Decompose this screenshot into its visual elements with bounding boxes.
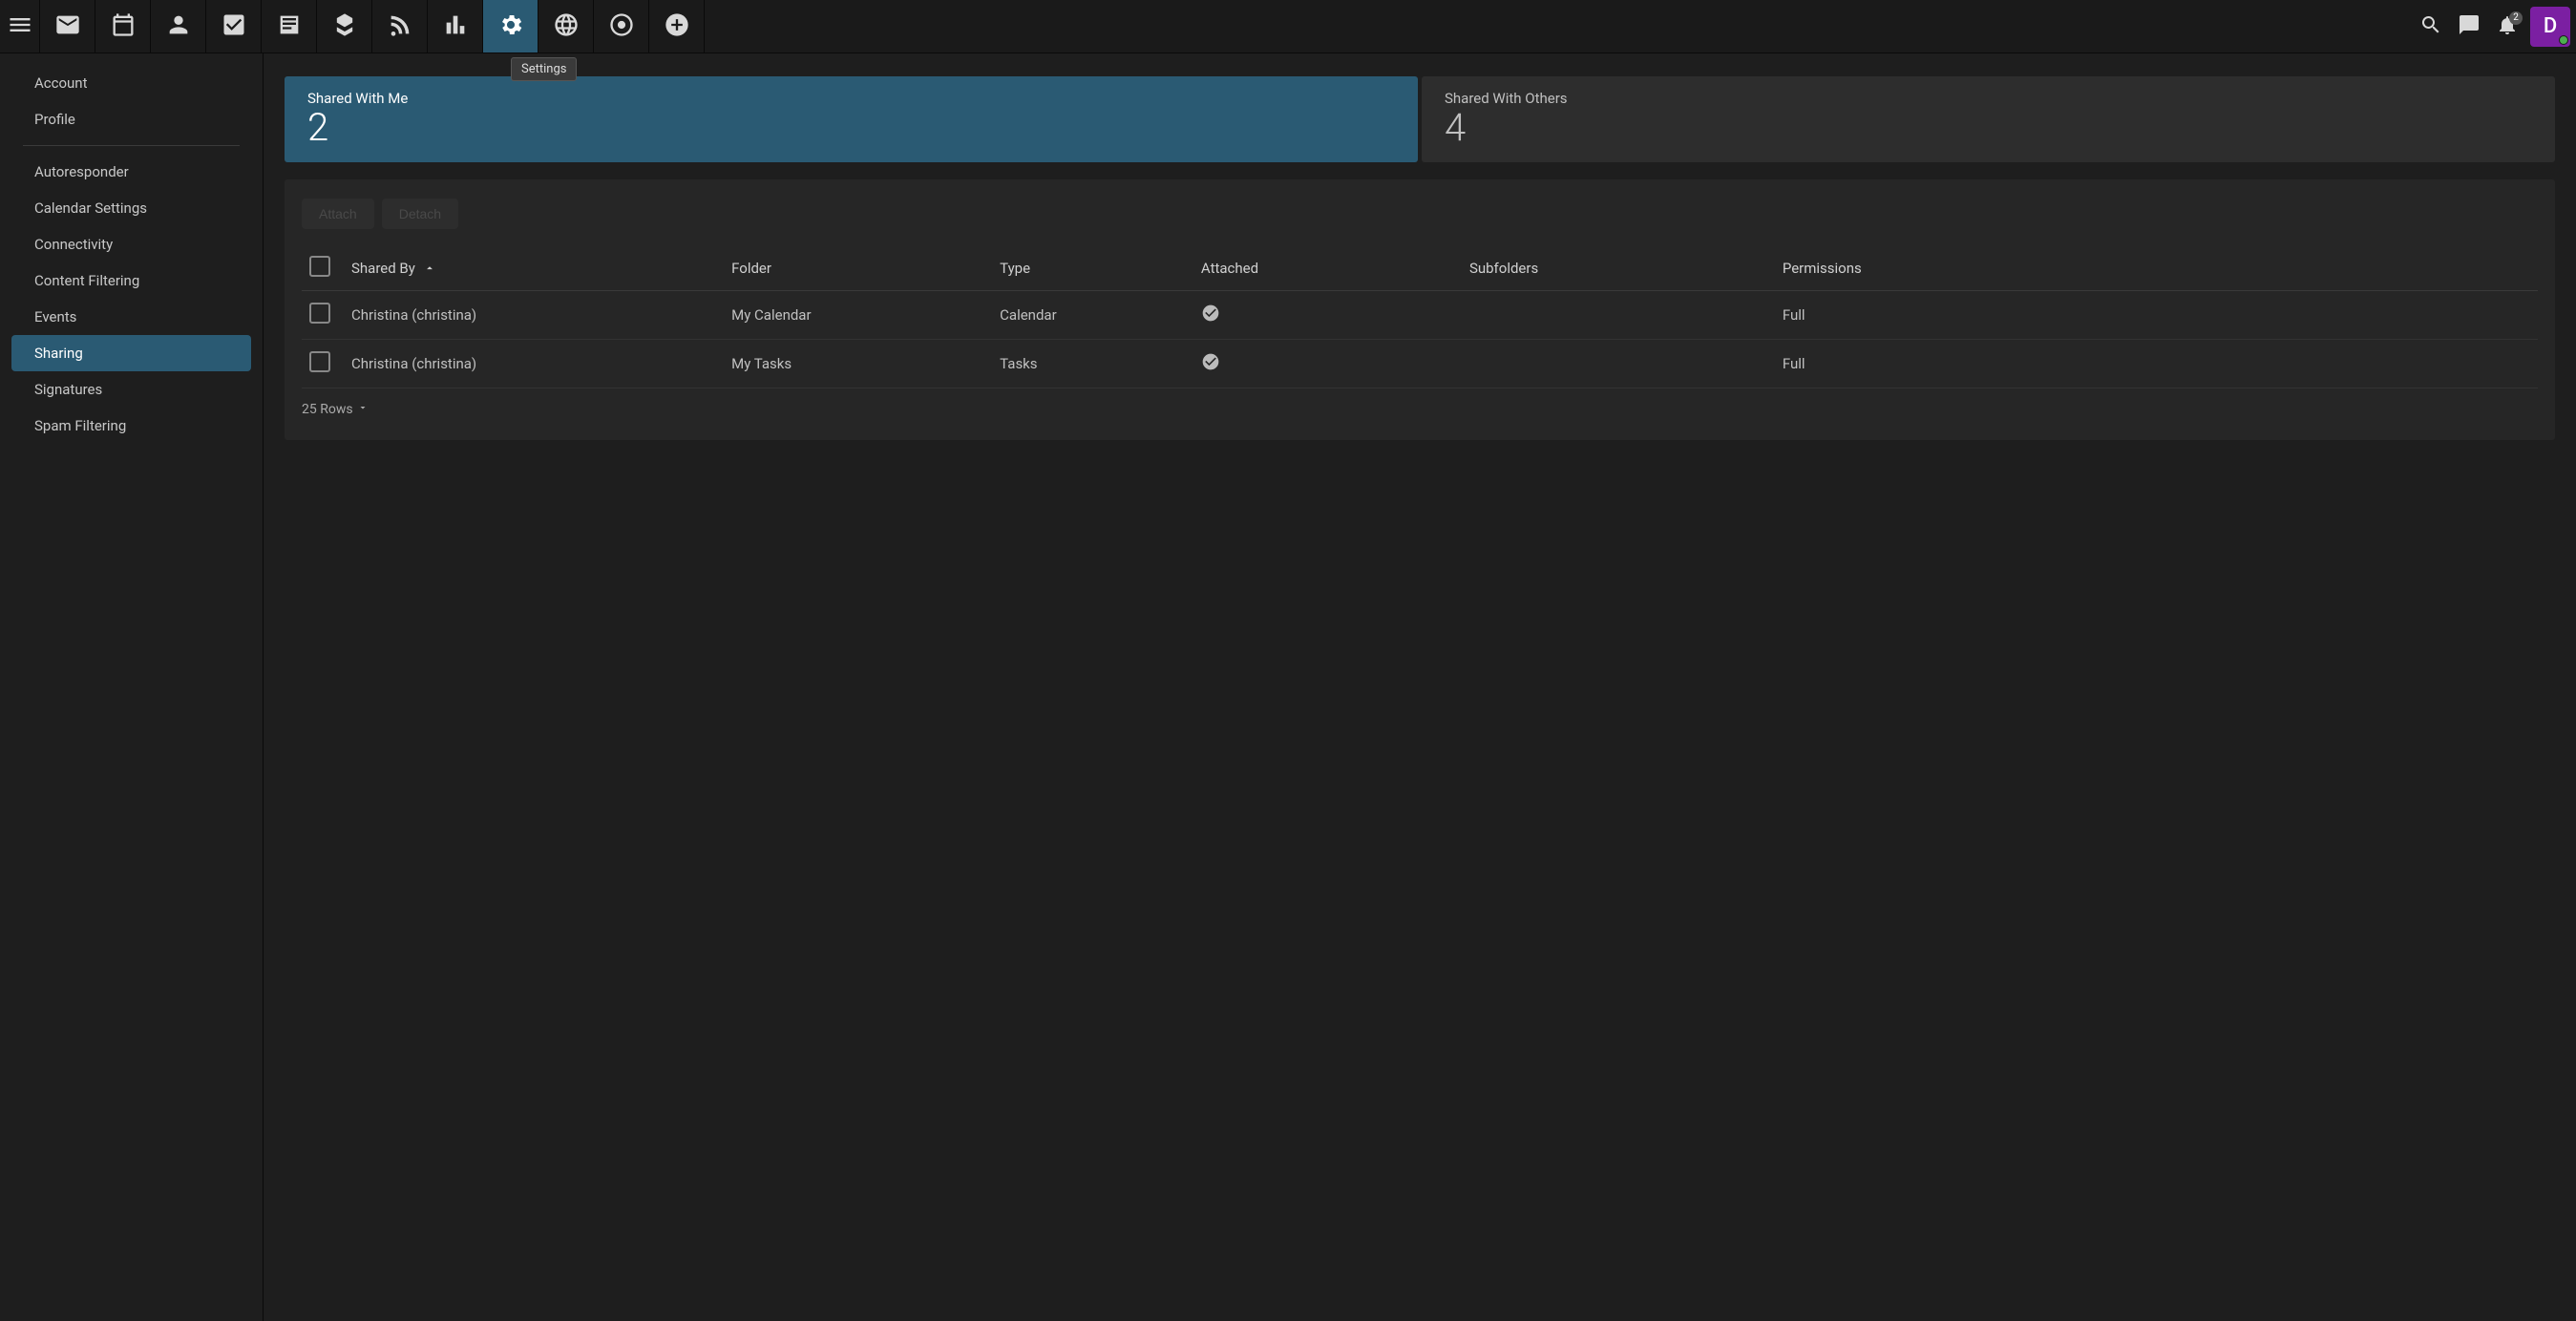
nav-filestorage[interactable] [317, 0, 372, 52]
sort-asc-icon [423, 260, 436, 277]
cell-permissions: Full [1775, 340, 2538, 388]
rows-label: 25 Rows [302, 402, 353, 417]
tab-label: Shared With Me [307, 90, 1395, 107]
globe-gear-icon [608, 11, 635, 42]
actions: Attach Detach [302, 199, 2538, 229]
tab-count: 2 [307, 109, 1395, 147]
sidebar-item-calendar-settings[interactable]: Calendar Settings [11, 190, 251, 226]
hierarchy-icon [331, 11, 358, 42]
topbar-right: 2 D [2412, 0, 2576, 52]
check-circle-icon [1201, 358, 1220, 375]
chat-button[interactable] [2450, 8, 2488, 46]
caret-down-icon [357, 402, 369, 417]
main: Shared With Me 2 Shared With Others 4 At… [264, 53, 2576, 1321]
checkbox-icon [309, 351, 330, 372]
cell-folder: My Calendar [724, 291, 992, 340]
notification-badge: 2 [2509, 11, 2523, 25]
nav-domain-settings[interactable] [594, 0, 649, 52]
checkbox-icon [221, 11, 247, 42]
tabs: Shared With Me 2 Shared With Others 4 [285, 76, 2555, 162]
add-circle-icon [664, 11, 690, 42]
nav-calendar[interactable] [95, 0, 151, 52]
row-checkbox[interactable] [302, 291, 344, 340]
tab-count: 4 [1445, 109, 2532, 147]
cell-subfolders [1462, 340, 1775, 388]
cell-subfolders [1462, 291, 1775, 340]
panel: Attach Detach Shared By Folder Type Atta… [285, 179, 2555, 440]
col-permissions[interactable]: Permissions [1775, 246, 2538, 291]
table-row[interactable]: Christina (christina)My CalendarCalendar… [302, 291, 2538, 340]
notifications-button[interactable]: 2 [2488, 8, 2526, 46]
bar-chart-icon [442, 11, 469, 42]
cell-type: Calendar [992, 291, 1193, 340]
nav-contacts[interactable] [151, 0, 206, 52]
sidebar-item-events[interactable]: Events [11, 299, 251, 335]
cell-type: Tasks [992, 340, 1193, 388]
table-row[interactable]: Christina (christina)My TasksTasks Full [302, 340, 2538, 388]
check-circle-icon [1201, 309, 1220, 326]
sidebar-item-content-filtering[interactable]: Content Filtering [11, 262, 251, 299]
nav-email[interactable] [40, 0, 95, 52]
nav-tasks[interactable] [206, 0, 262, 52]
email-icon [54, 11, 81, 42]
col-shared-by[interactable]: Shared By [344, 246, 724, 291]
checkbox-icon [309, 256, 330, 277]
col-subfolders[interactable]: Subfolders [1462, 246, 1775, 291]
nav-domain-reports[interactable] [538, 0, 594, 52]
cell-folder: My Tasks [724, 340, 992, 388]
sidebar-item-autoresponder[interactable]: Autoresponder [11, 154, 251, 190]
row-checkbox[interactable] [302, 340, 344, 388]
gear-icon [497, 11, 524, 42]
presence-indicator [2559, 35, 2568, 45]
search-button[interactable] [2412, 8, 2450, 46]
rss-icon [387, 11, 413, 42]
sidebar: AccountProfile AutoresponderCalendar Sett… [0, 53, 264, 1321]
sidebar-item-sharing[interactable]: Sharing [11, 335, 251, 371]
notes-icon [276, 11, 303, 42]
cell-shared-by: Christina (christina) [344, 340, 724, 388]
sidebar-item-account[interactable]: Account [11, 65, 251, 101]
attach-button[interactable]: Attach [302, 199, 374, 229]
cell-shared-by: Christina (christina) [344, 291, 724, 340]
search-icon [2419, 13, 2442, 40]
rows-per-page[interactable]: 25 Rows [302, 402, 369, 417]
sidebar-item-spam-filtering[interactable]: Spam Filtering [11, 408, 251, 444]
checkbox-icon [309, 303, 330, 324]
tab-shared-with-me[interactable]: Shared With Me 2 [285, 76, 1418, 162]
calendar-icon [110, 11, 137, 42]
sharing-table: Shared By Folder Type Attached Subfolder… [302, 246, 2538, 388]
topbar-left [0, 0, 705, 52]
tab-shared-with-others[interactable]: Shared With Others 4 [1422, 76, 2555, 162]
menu-button[interactable] [0, 0, 40, 52]
chat-icon [2458, 13, 2481, 40]
col-attached[interactable]: Attached [1193, 246, 1462, 291]
nav-reports[interactable] [428, 0, 483, 52]
col-folder[interactable]: Folder [724, 246, 992, 291]
tab-label: Shared With Others [1445, 90, 2532, 107]
cell-attached [1193, 291, 1462, 340]
hamburger-icon [7, 11, 33, 42]
sidebar-item-signatures[interactable]: Signatures [11, 371, 251, 408]
sidebar-divider [23, 145, 240, 146]
nav-notes[interactable] [262, 0, 317, 52]
globe-chart-icon [553, 11, 580, 42]
col-type[interactable]: Type [992, 246, 1193, 291]
cell-permissions: Full [1775, 291, 2538, 340]
person-icon [165, 11, 192, 42]
avatar-initial: D [2544, 14, 2557, 38]
avatar[interactable]: D [2530, 7, 2570, 47]
body: AccountProfile AutoresponderCalendar Sett… [0, 53, 2576, 1321]
topbar: 2 D Settings [0, 0, 2576, 53]
nav-newsfeeds[interactable] [372, 0, 428, 52]
nav-settings[interactable] [483, 0, 538, 52]
cell-attached [1193, 340, 1462, 388]
detach-button[interactable]: Detach [382, 199, 458, 229]
sidebar-item-profile[interactable]: Profile [11, 101, 251, 137]
col-label: Shared By [351, 260, 415, 277]
nav-add[interactable] [649, 0, 705, 52]
sidebar-item-connectivity[interactable]: Connectivity [11, 226, 251, 262]
col-select-all[interactable] [302, 246, 344, 291]
table-header-row: Shared By Folder Type Attached Subfolder… [302, 246, 2538, 291]
